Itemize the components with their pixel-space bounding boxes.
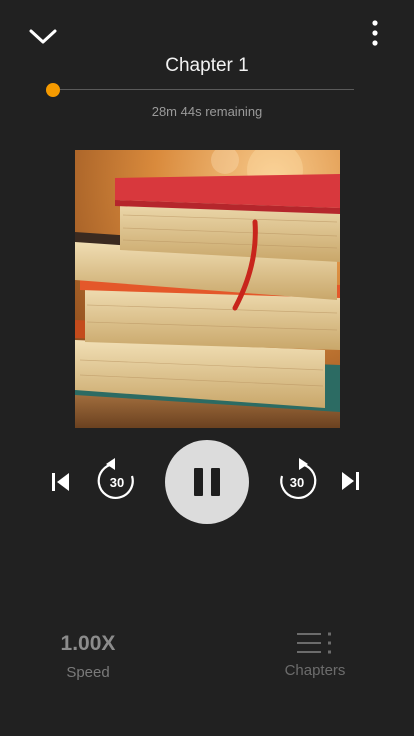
more-vertical-icon [372, 20, 378, 46]
book-stack-cover [75, 150, 340, 428]
playback-speed-button[interactable]: 1.00X [38, 632, 138, 656]
speed-label: Speed [66, 664, 110, 681]
chapters-label[interactable]: Chapters [265, 662, 365, 679]
skip-previous-icon [52, 473, 69, 491]
next-chapter-button[interactable] [338, 467, 364, 495]
skip-next-icon [342, 472, 359, 490]
chevron-down-icon [29, 29, 57, 44]
chapter-list-icon [297, 632, 331, 654]
forward-30-icon: 30 [280, 458, 317, 499]
rewind-30-button[interactable]: 30 [94, 456, 140, 506]
progress-track[interactable] [53, 89, 354, 90]
progress-thumb[interactable] [46, 83, 60, 97]
more-options-button[interactable] [362, 18, 388, 52]
pause-icon [194, 468, 220, 496]
forward-seconds: 30 [290, 475, 304, 490]
rewind-30-icon: 30 [97, 458, 134, 499]
previous-chapter-button[interactable] [47, 468, 73, 496]
chapters-button[interactable] [295, 631, 335, 657]
collapse-button[interactable] [26, 22, 60, 52]
chapter-title: Chapter 1 [165, 55, 249, 76]
play-pause-button[interactable] [165, 440, 249, 524]
forward-30-button[interactable]: 30 [274, 456, 320, 506]
cover-art [75, 150, 340, 428]
time-remaining: 28m 44s remaining [151, 104, 263, 119]
rewind-seconds: 30 [110, 475, 124, 490]
